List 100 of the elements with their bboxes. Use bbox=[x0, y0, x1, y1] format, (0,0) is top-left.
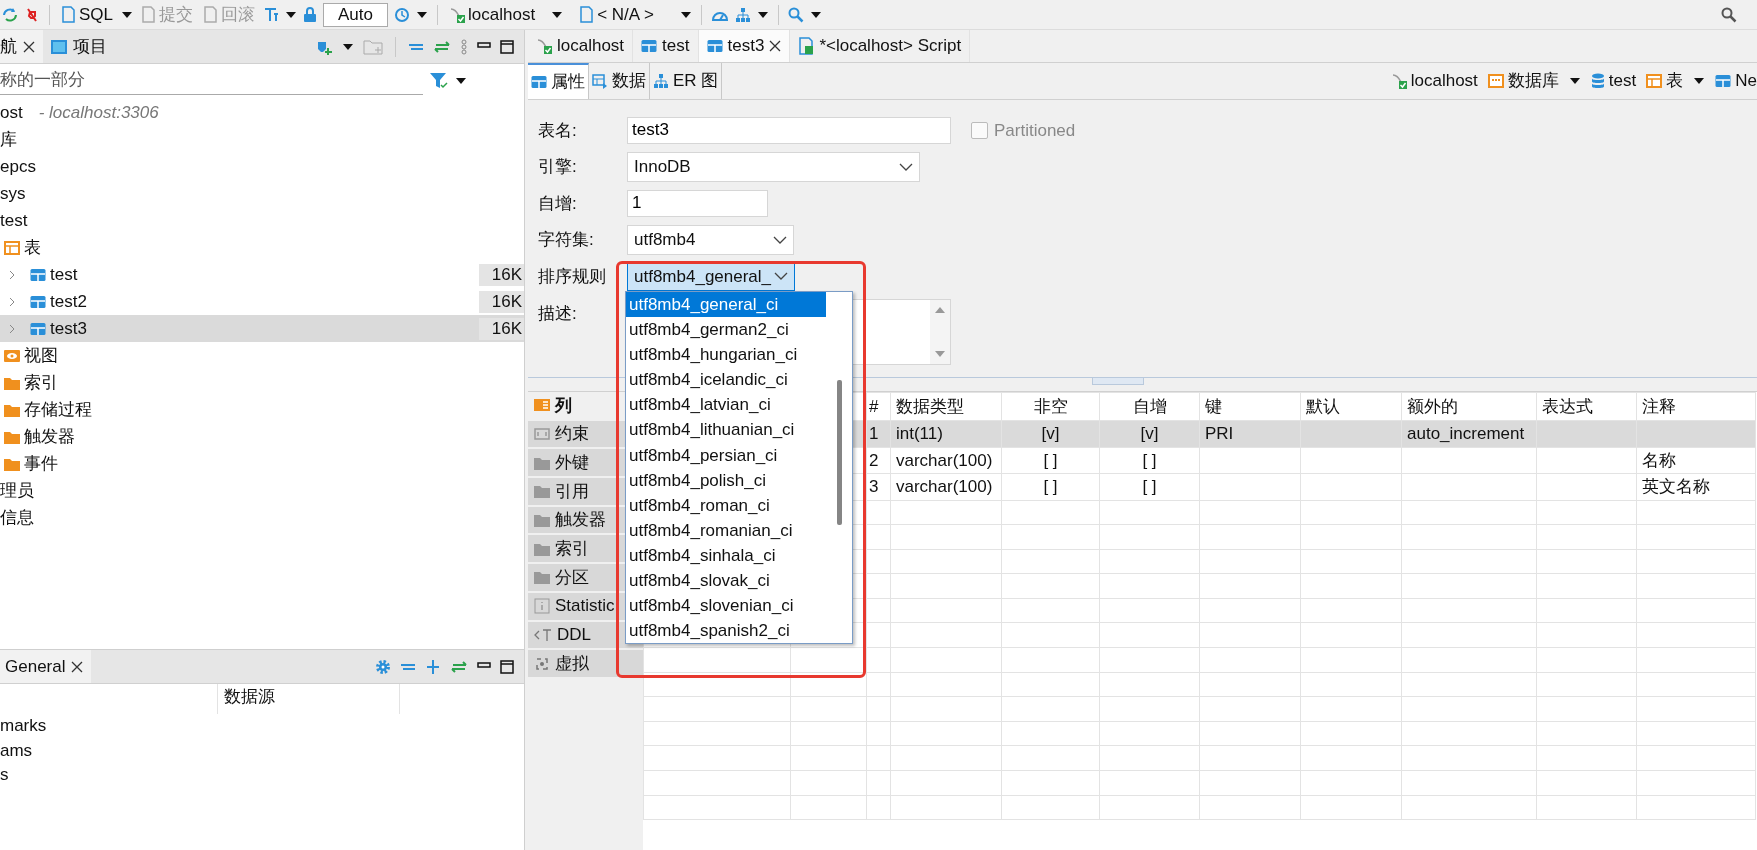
list-item[interactable]: s bbox=[0, 765, 9, 784]
search-icon[interactable] bbox=[1721, 6, 1737, 23]
transaction-mode-field[interactable]: Auto bbox=[323, 2, 388, 27]
new-folder-icon[interactable] bbox=[363, 38, 383, 55]
tree-item[interactable]: test3 16K bbox=[0, 315, 524, 342]
scroll-up-icon[interactable] bbox=[934, 305, 946, 314]
tree-item[interactable]: 索引 bbox=[0, 369, 524, 396]
filter-icon[interactable] bbox=[429, 71, 449, 90]
editor-subtab[interactable]: 数据 bbox=[589, 63, 650, 99]
editor-tab[interactable]: test bbox=[633, 30, 699, 62]
expand-icon[interactable] bbox=[425, 658, 441, 675]
dropdown-field[interactable]: utf8mb4 bbox=[627, 224, 794, 255]
dropdown-option[interactable]: utf8mb4_german2_ci bbox=[626, 317, 826, 343]
panel-tab[interactable]: 项目 bbox=[43, 30, 115, 63]
column-header[interactable]: 数据类型 bbox=[890, 392, 1002, 421]
dropdown-option[interactable]: utf8mb4_general_ci bbox=[626, 292, 826, 318]
column-header[interactable]: 键 bbox=[1199, 392, 1301, 421]
chevron-down-icon[interactable] bbox=[899, 161, 913, 172]
scrollbar-thumb[interactable] bbox=[837, 380, 842, 525]
panel-tab[interactable]: 航 bbox=[0, 30, 43, 63]
text-format-icon[interactable] bbox=[263, 6, 280, 23]
panel-tab[interactable]: General bbox=[0, 650, 92, 683]
tree-item[interactable]: test2 16K bbox=[0, 288, 524, 315]
breadcrumb-item[interactable]: 数据库 bbox=[1487, 68, 1559, 94]
folder-icon bbox=[534, 541, 550, 556]
link-arrows-icon[interactable] bbox=[433, 39, 451, 54]
side-tab[interactable]: 虚拟 bbox=[528, 650, 643, 679]
dropdown-option[interactable]: utf8mb4_hungarian_ci bbox=[626, 342, 826, 368]
chevron-down-icon[interactable] bbox=[774, 271, 788, 282]
input-field[interactable]: test3 bbox=[627, 116, 951, 144]
connection-icon[interactable] bbox=[449, 5, 465, 24]
search-icon[interactable] bbox=[787, 6, 804, 23]
dropdown-list[interactable] bbox=[625, 291, 853, 644]
breadcrumb-item[interactable]: 表 bbox=[1646, 68, 1684, 94]
database-selector[interactable]: < N/A > bbox=[577, 3, 656, 26]
refresh-icon[interactable] bbox=[2, 6, 18, 23]
tree-item[interactable]: test bbox=[0, 207, 524, 234]
history-icon[interactable] bbox=[394, 6, 410, 23]
settings-icon[interactable] bbox=[375, 658, 391, 675]
close-icon[interactable] bbox=[769, 40, 782, 52]
column-header[interactable]: 注释 bbox=[1636, 392, 1756, 421]
splitter-handle[interactable] bbox=[1091, 378, 1144, 385]
tree-item[interactable]: 库 bbox=[0, 126, 524, 153]
more-icon[interactable] bbox=[460, 38, 468, 55]
table-folder-icon bbox=[4, 240, 20, 255]
connection-selector[interactable]: localhost bbox=[447, 3, 538, 26]
link-arrows-icon[interactable] bbox=[450, 659, 468, 674]
dropdown-field[interactable]: InnoDB bbox=[627, 151, 920, 182]
scroll-down-icon[interactable] bbox=[934, 349, 946, 358]
list-item[interactable]: ams bbox=[0, 740, 33, 760]
table-cell: int(11) bbox=[890, 420, 1002, 447]
chevron-down-icon[interactable] bbox=[773, 234, 787, 245]
close-icon[interactable] bbox=[23, 40, 35, 53]
close-icon[interactable] bbox=[71, 660, 84, 673]
tree-item[interactable]: 信息 bbox=[0, 504, 524, 531]
table-icon bbox=[30, 321, 46, 336]
ddl-icon bbox=[534, 627, 552, 642]
breadcrumb-item[interactable]: test bbox=[1590, 68, 1637, 94]
table-cell: [v] bbox=[1099, 420, 1200, 447]
size-label: 16K bbox=[479, 263, 524, 286]
column-header[interactable]: 自增 bbox=[1099, 392, 1200, 421]
editor-tab[interactable]: test3 bbox=[698, 30, 791, 62]
field-label: 引擎: bbox=[538, 156, 578, 178]
editor-subtab[interactable]: ER 图 bbox=[650, 63, 723, 99]
tree-item[interactable]: 存储过程 bbox=[0, 396, 524, 423]
sql-icon[interactable] bbox=[61, 6, 76, 23]
script-icon bbox=[798, 37, 815, 55]
column-header[interactable]: 额外的 bbox=[1401, 392, 1537, 421]
lock-icon[interactable] bbox=[303, 6, 318, 23]
tree-item[interactable]: ost - localhost:3306 bbox=[0, 99, 524, 126]
connection-icon[interactable] bbox=[536, 37, 552, 55]
tree-item[interactable]: epcs bbox=[0, 153, 524, 180]
dropdown-option[interactable]: utf8mb4_icelandic_ci bbox=[626, 367, 826, 393]
column-header[interactable]: 默认 bbox=[1300, 392, 1402, 421]
column-header[interactable]: 表达式 bbox=[1536, 392, 1637, 421]
folder-tab-icon bbox=[51, 38, 67, 55]
tree-item[interactable]: 理员 bbox=[0, 477, 524, 504]
editor-tab[interactable]: *<localhost> Script bbox=[790, 30, 971, 62]
list-item[interactable]: marks bbox=[0, 716, 47, 735]
tree-item[interactable]: sys bbox=[0, 180, 524, 207]
hierarchy-icon[interactable] bbox=[734, 6, 751, 23]
editor-tab[interactable]: localhost bbox=[528, 30, 634, 62]
breadcrumb-item[interactable]: Ne bbox=[1715, 68, 1757, 94]
maximize-icon[interactable] bbox=[500, 659, 514, 674]
sql-button[interactable]: SQL bbox=[59, 3, 116, 26]
tree-item[interactable]: 视图 bbox=[0, 342, 524, 369]
maximize-icon[interactable] bbox=[500, 39, 514, 54]
column-header[interactable]: 非空 bbox=[1001, 392, 1100, 421]
database-doc-icon[interactable] bbox=[579, 6, 595, 23]
column-header[interactable]: # bbox=[866, 392, 891, 421]
editor-subtab[interactable]: 属性 bbox=[528, 63, 589, 99]
tree-item[interactable]: test 16K bbox=[0, 261, 524, 288]
breadcrumb-item[interactable]: localhost bbox=[1390, 68, 1478, 94]
input-field[interactable]: 1 bbox=[627, 189, 768, 217]
unplug-icon[interactable] bbox=[24, 6, 40, 23]
tree-item[interactable]: 表 bbox=[0, 234, 524, 261]
connection-icon[interactable] bbox=[1390, 72, 1407, 90]
tree-item[interactable]: 触发器 bbox=[0, 423, 524, 450]
diagram-icon[interactable] bbox=[653, 73, 669, 89]
tree-item[interactable]: 事件 bbox=[0, 450, 524, 477]
